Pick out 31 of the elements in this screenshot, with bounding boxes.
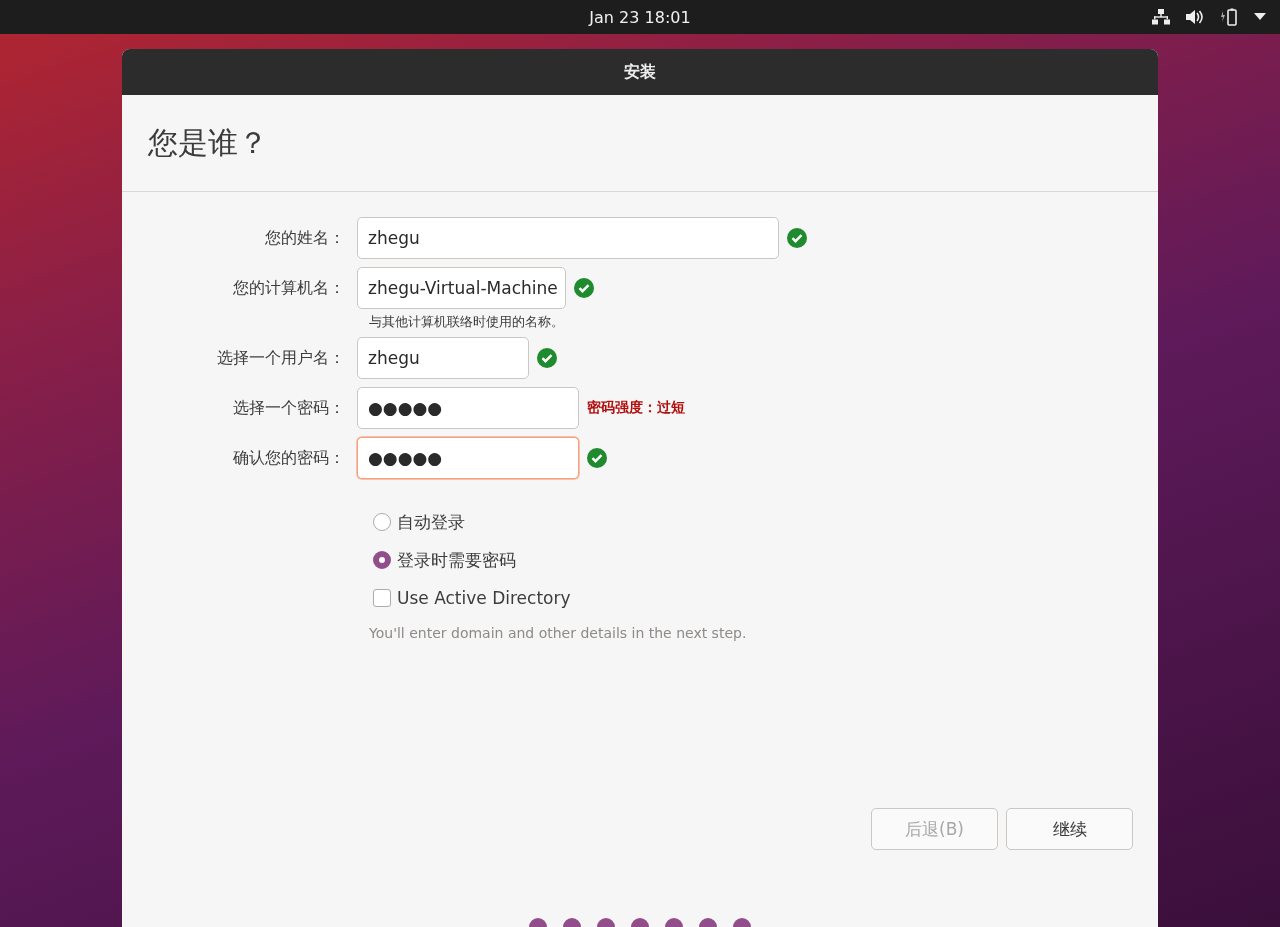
- password-strength-text: 密码强度：过短: [587, 399, 685, 417]
- field-hint: 与其他计算机联络时使用的名称。: [369, 313, 565, 331]
- checkbox[interactable]: [373, 589, 391, 607]
- volume-icon[interactable]: [1186, 9, 1204, 25]
- continue-button[interactable]: 继续: [1006, 808, 1133, 850]
- input-field[interactable]: zhegu: [357, 337, 529, 379]
- field-label: 您的计算机名：: [232, 277, 346, 299]
- option-label[interactable]: Use Active Directory: [397, 588, 571, 608]
- battery-icon[interactable]: [1220, 8, 1238, 26]
- check-icon: [587, 448, 607, 468]
- hint-text: You'll enter domain and other details in the next step.: [369, 625, 748, 641]
- field-label: 确认您的密码：: [232, 447, 346, 469]
- option-label[interactable]: 登录时需要密码: [397, 548, 516, 572]
- check-icon: [787, 228, 807, 248]
- field-label: 您的姓名：: [264, 227, 346, 249]
- check-icon: [574, 278, 594, 298]
- dropdown-icon[interactable]: [1254, 13, 1266, 21]
- input-field[interactable]: ●●●●●: [357, 387, 579, 429]
- option-label[interactable]: 自动登录: [397, 510, 465, 534]
- field-label: 选择一个密码：: [232, 397, 346, 419]
- input-field[interactable]: ●●●●●: [357, 437, 579, 479]
- page-heading: 您是谁？: [148, 123, 268, 162]
- radio-button[interactable]: [373, 513, 391, 531]
- clock[interactable]: Jan 23 18:01: [589, 7, 691, 27]
- check-icon: [537, 348, 557, 368]
- window-title: 安装: [624, 61, 656, 83]
- radio-button[interactable]: [373, 551, 391, 569]
- field-label: 选择一个用户名：: [216, 347, 346, 369]
- input-field[interactable]: zhegu: [357, 217, 779, 259]
- input-field[interactable]: zhegu-Virtual-Machine: [357, 267, 566, 309]
- network-icon[interactable]: [1152, 9, 1170, 25]
